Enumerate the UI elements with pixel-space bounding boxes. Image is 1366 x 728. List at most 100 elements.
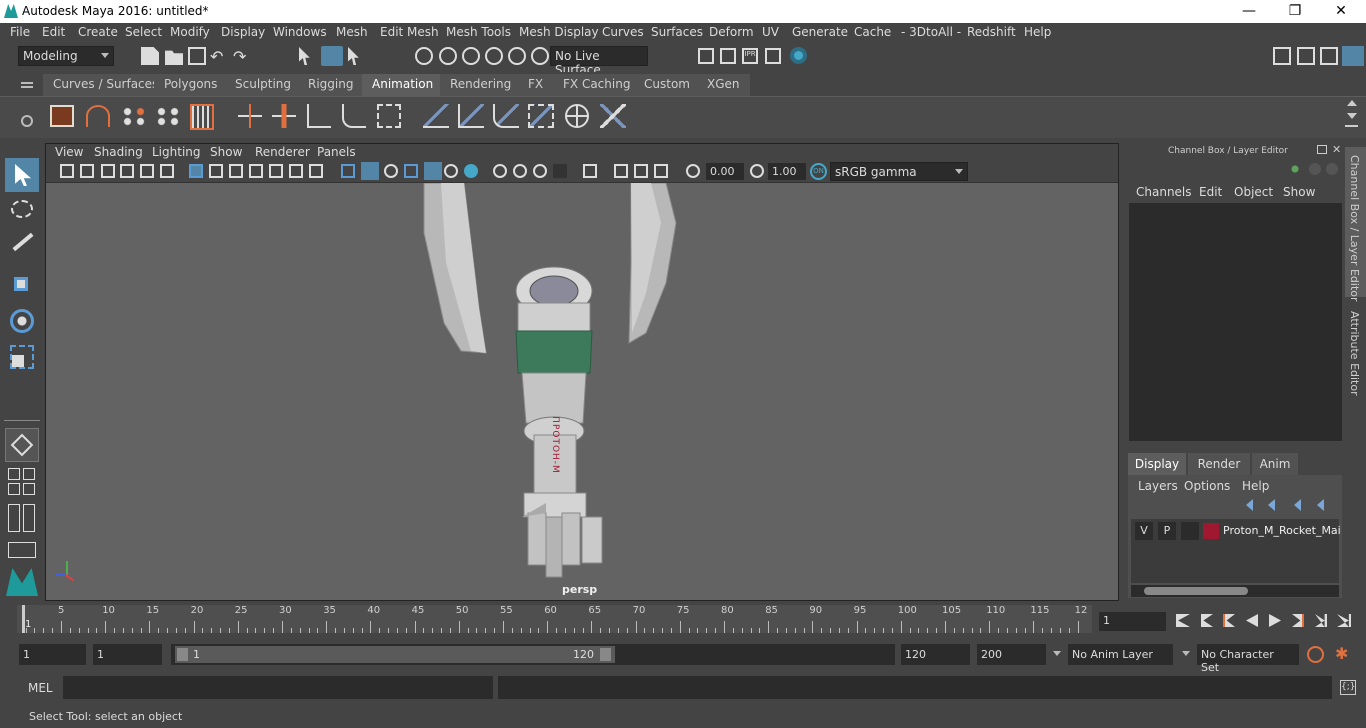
shadows-icon[interactable] (464, 164, 478, 178)
shelf-settings-gear-icon[interactable] (21, 115, 33, 127)
use-default-material-icon[interactable] (384, 164, 398, 178)
restore-icon[interactable]: ❐ (1272, 0, 1318, 23)
lasso-tool-icon[interactable] (5, 196, 39, 230)
layer-display-type-toggle[interactable] (1181, 522, 1199, 540)
step-forward-key-icon[interactable] (1292, 614, 1304, 627)
channel-object-menu[interactable]: Object (1234, 185, 1273, 199)
range-slider-track[interactable]: 1 120 (171, 644, 895, 665)
menu-mesh-tools[interactable]: Mesh Tools (446, 25, 511, 39)
tab-display[interactable]: Display (1128, 453, 1186, 475)
tab-animation[interactable]: Animation (362, 74, 444, 96)
playblast-icon[interactable] (50, 105, 74, 127)
go-to-start-icon[interactable] (1176, 614, 1190, 627)
shaded-mode-icon[interactable] (361, 162, 379, 180)
tab-curves-surfaces[interactable]: Curves / Surfaces (43, 74, 169, 96)
redo-icon[interactable]: ↷ (233, 47, 251, 66)
new-scene-icon[interactable] (141, 47, 159, 65)
tab-polygons[interactable]: Polygons (154, 74, 228, 96)
menu-curves[interactable]: Curves (602, 25, 644, 39)
persp-graph-layout-icon[interactable] (8, 483, 20, 495)
xray-joints-icon[interactable] (654, 164, 668, 178)
point-constraint-icon[interactable] (458, 104, 484, 128)
persp-outliner-layout-icon[interactable] (23, 468, 35, 480)
move-layer-up-icon[interactable] (1246, 499, 1253, 511)
select-by-object-icon[interactable] (321, 46, 343, 66)
menu-modify[interactable]: Modify (170, 25, 210, 39)
attribute-editor-toggle-icon[interactable] (1297, 47, 1315, 65)
channel-box-toggle-icon[interactable] (1342, 46, 1364, 66)
gamma-icon[interactable] (750, 164, 764, 178)
safe-action-icon[interactable] (269, 164, 283, 178)
viewport-scene[interactable]: ПРОТОН-М persp (46, 182, 1118, 600)
wireframe-icon[interactable] (189, 164, 203, 178)
menu-windows[interactable]: Windows (273, 25, 327, 39)
tab-fx[interactable]: FX (518, 74, 554, 96)
rotate-tool-icon[interactable] (5, 304, 39, 338)
use-all-lights-icon[interactable] (444, 164, 458, 178)
shelf-menu-icon[interactable] (21, 82, 33, 84)
play-backwards-icon[interactable] (1246, 614, 1258, 627)
exposure-field[interactable]: 0.00 (706, 163, 744, 180)
move-tool-icon[interactable] (5, 268, 39, 302)
screen-space-ao-icon[interactable] (493, 164, 507, 178)
aim-constraint-icon[interactable] (565, 104, 589, 128)
create-cluster-icon[interactable] (377, 104, 401, 128)
mel-label[interactable]: MEL (28, 681, 53, 695)
menu-cache[interactable]: Cache (854, 25, 891, 39)
shelf-scroll-down-icon[interactable] (1347, 113, 1357, 119)
time-slider[interactable]: 5 10 15 20 25 30 35 40 45 50 55 60 65 70 75 80 85 90 95 100… (17, 605, 1092, 633)
set-key-icon[interactable] (190, 104, 214, 130)
menu-surfaces[interactable]: Surfaces (651, 25, 703, 39)
range-end-grip[interactable] (600, 648, 611, 661)
go-to-end-icon[interactable] (1337, 614, 1351, 627)
channel-speed-icon[interactable] (1309, 163, 1321, 175)
channel-show-menu[interactable]: Show (1283, 185, 1315, 199)
multisample-aa-icon[interactable] (533, 164, 547, 178)
menu-uv[interactable]: UV (762, 25, 779, 39)
xray-active-components-icon[interactable] (634, 164, 648, 178)
snap-to-grid-icon[interactable] (415, 47, 433, 65)
outliner-persp-layout-icon[interactable] (23, 504, 35, 532)
wireframe-shaded-icon[interactable] (309, 164, 323, 178)
tab-xgen[interactable]: XGen (697, 74, 750, 96)
save-scene-icon[interactable] (188, 47, 206, 65)
exposure-icon[interactable] (686, 164, 700, 178)
depth-of-field-icon[interactable] (553, 164, 567, 178)
select-by-component-icon[interactable] (348, 47, 359, 65)
grid-toggle-icon[interactable] (140, 164, 154, 178)
menu-edit-mesh[interactable]: Edit Mesh (380, 25, 439, 39)
color-management-toggle-icon[interactable]: ON (810, 163, 827, 180)
range-slider-handle[interactable]: 1 120 (175, 646, 615, 663)
viewport-menu-shading[interactable]: Shading (94, 145, 143, 159)
tab-rigging[interactable]: Rigging (298, 74, 364, 96)
layout-shortcut-icon[interactable] (8, 542, 36, 558)
trax-editor-icon[interactable] (121, 105, 147, 127)
live-surface-field[interactable]: No Live Surface (550, 46, 648, 77)
current-time-marker[interactable] (22, 605, 25, 633)
smooth-shade-icon[interactable] (341, 164, 355, 178)
image-plane-icon[interactable] (120, 164, 134, 178)
channels-menu[interactable]: Channels (1136, 185, 1192, 199)
step-back-key-icon[interactable] (1223, 614, 1235, 627)
tab-sculpting[interactable]: Sculpting (225, 74, 302, 96)
isolate-select-icon[interactable] (583, 164, 597, 178)
auto-key-icon[interactable] (1307, 646, 1324, 663)
pole-vector-constraint-icon[interactable] (600, 104, 626, 128)
layer-visibility-toggle[interactable]: V (1135, 522, 1153, 540)
anim-layer-field[interactable]: No Anim Layer (1068, 644, 1173, 665)
command-input[interactable] (63, 676, 493, 699)
modeling-toolkit-icon[interactable] (1273, 47, 1291, 65)
move-layer-down-icon[interactable] (1268, 499, 1275, 511)
menu-generate[interactable]: Generate (792, 25, 848, 39)
tab-fx-caching[interactable]: FX Caching (553, 74, 641, 96)
ipr-render-icon[interactable]: IPR (742, 48, 758, 64)
paint-select-tool-icon[interactable] (5, 232, 39, 266)
menu-display[interactable]: Display (221, 25, 265, 39)
graph-editor-icon[interactable] (86, 105, 110, 127)
tab-rendering[interactable]: Rendering (440, 74, 522, 96)
wireframe-on-shaded-icon[interactable] (404, 164, 418, 178)
scale-tool-icon[interactable] (5, 340, 39, 374)
open-scene-icon[interactable] (165, 50, 183, 65)
viewport-menu-renderer[interactable]: Renderer (255, 145, 310, 159)
new-layer-from-selection-icon[interactable] (1317, 499, 1324, 511)
